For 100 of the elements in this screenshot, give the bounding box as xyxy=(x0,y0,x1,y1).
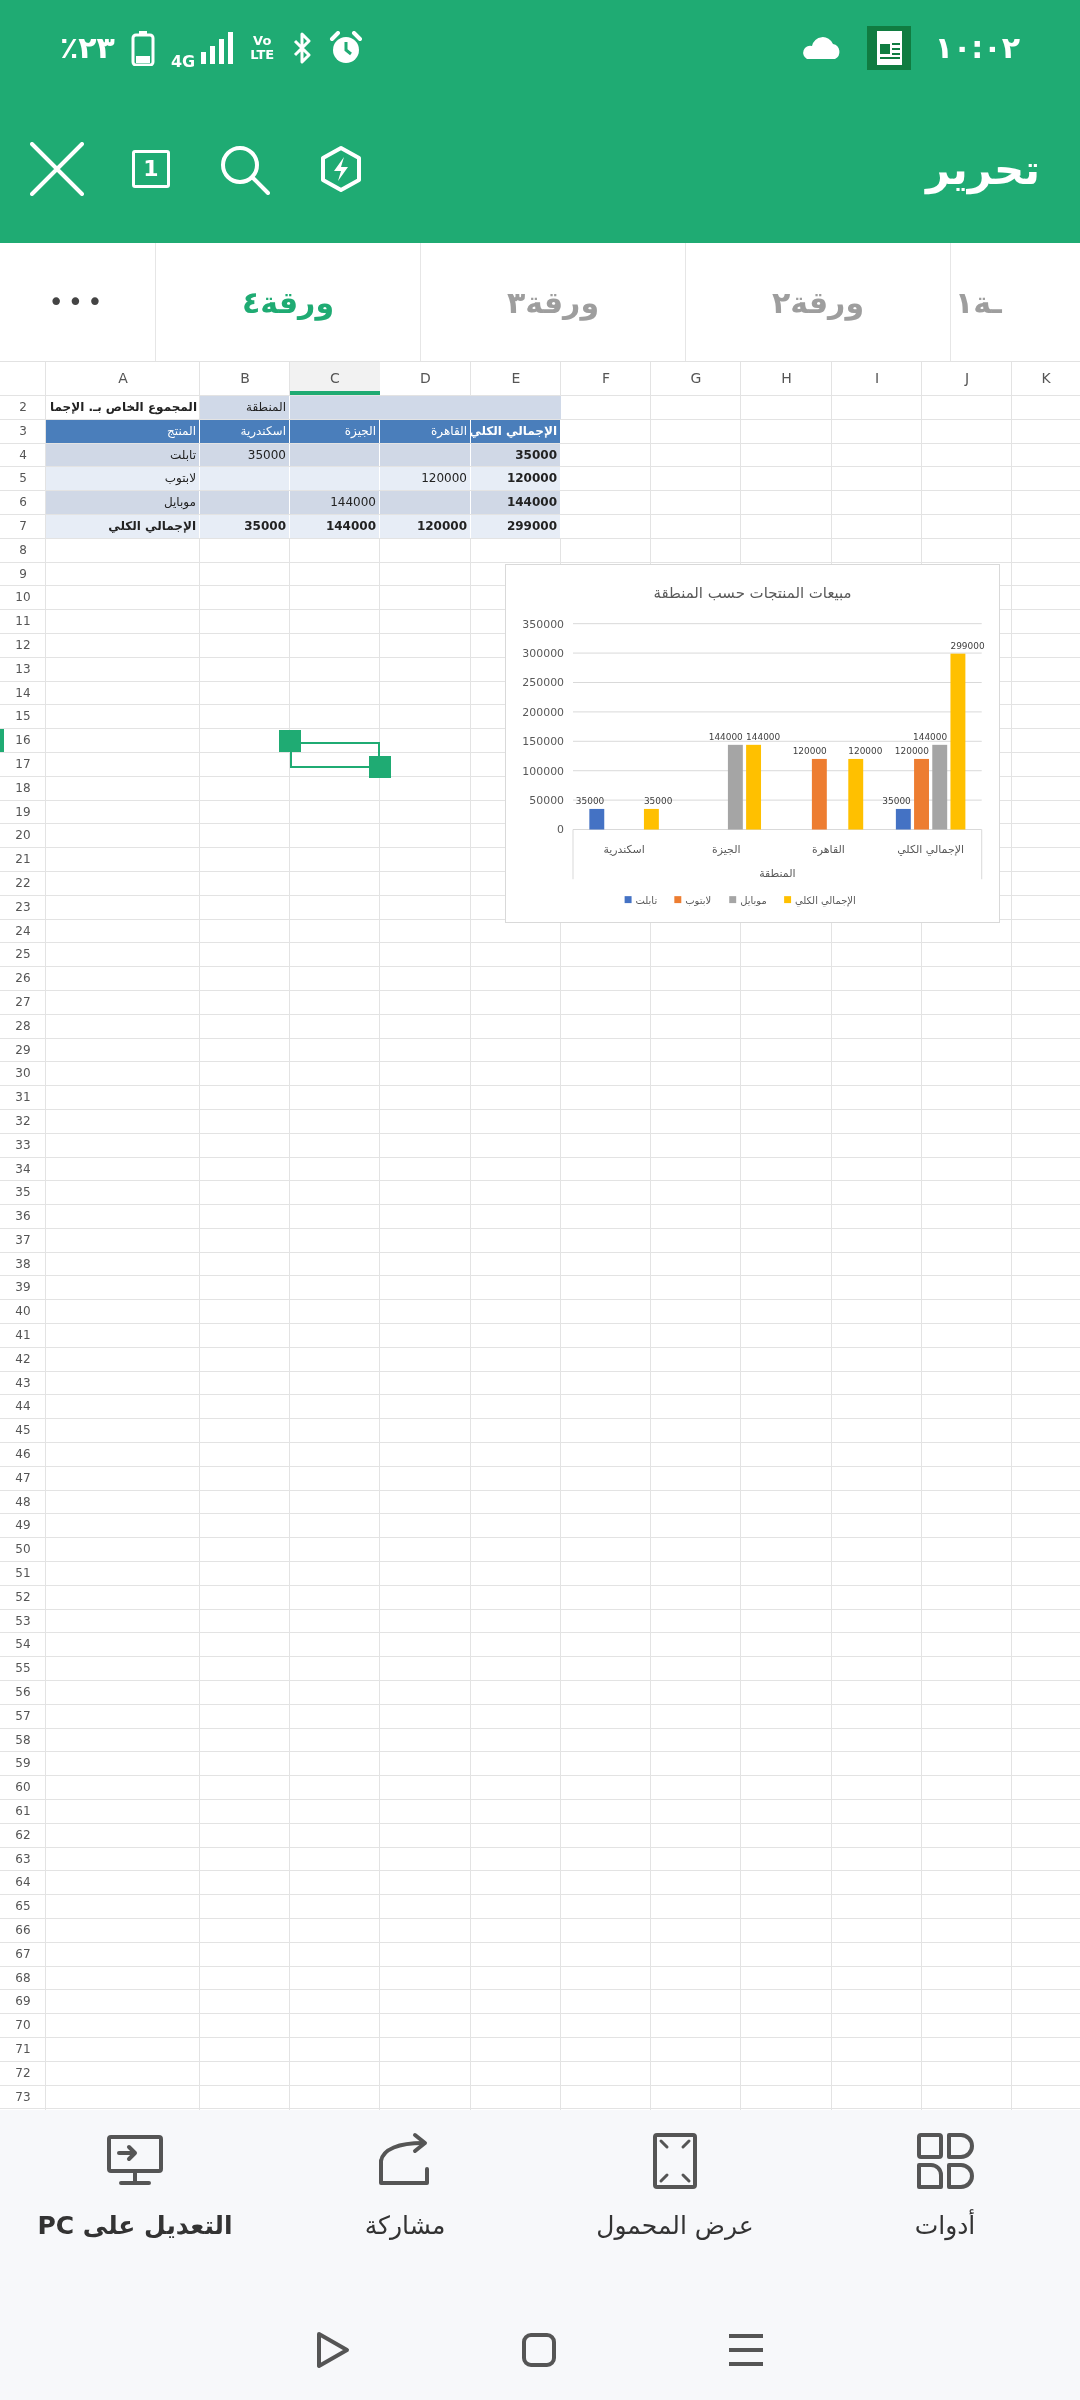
row-number[interactable]: 44 xyxy=(0,1395,46,1419)
axis-label: 100000 xyxy=(522,764,565,778)
column-header[interactable]: J xyxy=(922,362,1012,395)
row-number[interactable]: 46 xyxy=(0,1443,46,1466)
row-number[interactable]: 31 xyxy=(0,1086,46,1109)
column-header[interactable]: B xyxy=(200,362,290,395)
column-header[interactable]: K xyxy=(1012,362,1080,395)
menu-button[interactable] xyxy=(727,2332,765,2368)
row-number[interactable]: 22 xyxy=(0,871,46,895)
row-number[interactable]: 65 xyxy=(0,1895,46,1918)
table-cell: 120000 xyxy=(380,515,471,538)
row-number[interactable]: 33 xyxy=(0,1133,46,1157)
column-header[interactable]: I xyxy=(832,362,922,395)
row-number[interactable]: 26 xyxy=(0,967,46,990)
row-number[interactable]: 72 xyxy=(0,2061,46,2085)
table-cell: لابتوب xyxy=(46,467,200,491)
row-number[interactable]: 20 xyxy=(0,824,46,848)
row-number[interactable]: 54 xyxy=(0,1633,46,1657)
row-number[interactable]: 60 xyxy=(0,1776,46,1799)
row-number[interactable]: 15 xyxy=(0,705,46,729)
column-header[interactable]: E xyxy=(471,362,561,395)
column-header[interactable]: F xyxy=(561,362,651,395)
close-button[interactable] xyxy=(30,142,84,196)
column-header[interactable]: H xyxy=(741,362,832,395)
row-number[interactable]: 53 xyxy=(0,1609,46,1633)
row-number[interactable]: 18 xyxy=(0,776,46,800)
selection-handle[interactable] xyxy=(369,756,391,779)
row-number[interactable]: 63 xyxy=(0,1847,46,1871)
row-number[interactable]: 7 xyxy=(0,515,46,538)
row-number[interactable]: 43 xyxy=(0,1371,46,1395)
search-button[interactable] xyxy=(218,143,270,195)
row-number[interactable]: 37 xyxy=(0,1228,46,1252)
row-number[interactable]: 59 xyxy=(0,1752,46,1776)
row-number[interactable]: 12 xyxy=(0,633,46,657)
row-number[interactable]: 69 xyxy=(0,1990,46,2014)
row-number[interactable]: 42 xyxy=(0,1347,46,1371)
row-number[interactable]: 47 xyxy=(0,1466,46,1490)
home-button[interactable] xyxy=(521,2332,557,2368)
selection-handle[interactable] xyxy=(279,730,301,753)
row-number[interactable]: 29 xyxy=(0,1038,46,1062)
row-number[interactable]: 6 xyxy=(0,491,46,514)
row-number[interactable]: 5 xyxy=(0,467,46,491)
row-number[interactable]: 67 xyxy=(0,1942,46,1966)
row-number[interactable]: 13 xyxy=(0,657,46,681)
row-number[interactable]: 40 xyxy=(0,1300,46,1324)
row-number[interactable]: 61 xyxy=(0,1800,46,1823)
toolbar-button[interactable]: عرض المحمول xyxy=(540,2130,810,2246)
row-number[interactable]: 2 xyxy=(0,396,46,419)
row-number[interactable]: 64 xyxy=(0,1871,46,1895)
row-number[interactable]: 23 xyxy=(0,895,46,919)
row-number[interactable]: 10 xyxy=(0,586,46,610)
row-number[interactable]: 57 xyxy=(0,1704,46,1728)
row-number[interactable]: 49 xyxy=(0,1514,46,1538)
row-number[interactable]: 9 xyxy=(0,562,46,586)
row-number[interactable]: 39 xyxy=(0,1276,46,1300)
row-number[interactable]: 38 xyxy=(0,1252,46,1276)
row-number[interactable]: 30 xyxy=(0,1062,46,1086)
row-number[interactable]: 11 xyxy=(0,610,46,633)
row-number[interactable]: 71 xyxy=(0,2038,46,2061)
toolbar-button[interactable]: التعديل على PC xyxy=(0,2130,270,2246)
row-number[interactable]: 16 xyxy=(0,729,46,752)
row-number[interactable]: 68 xyxy=(0,1966,46,1990)
row-number[interactable]: 52 xyxy=(0,1585,46,1609)
row-number[interactable]: 8 xyxy=(0,538,46,562)
row-number[interactable]: 45 xyxy=(0,1419,46,1443)
row-number[interactable]: 70 xyxy=(0,2014,46,2037)
toolbar-button[interactable]: مشاركة xyxy=(270,2130,540,2246)
row-number[interactable]: 17 xyxy=(0,752,46,776)
data-label: 144000 xyxy=(746,731,781,742)
row-number[interactable]: 58 xyxy=(0,1728,46,1752)
row-number[interactable]: 4 xyxy=(0,443,46,467)
row-number[interactable]: 34 xyxy=(0,1157,46,1181)
row-number[interactable]: 51 xyxy=(0,1562,46,1585)
row-number[interactable]: 24 xyxy=(0,919,46,943)
row-number[interactable]: 32 xyxy=(0,1109,46,1133)
row-number[interactable]: 25 xyxy=(0,943,46,967)
table-cell-text: المجموع الخاص بـ. الإجما xyxy=(49,399,198,417)
row-number[interactable]: 3 xyxy=(0,419,46,443)
lightning-button[interactable] xyxy=(318,145,364,193)
back-button[interactable] xyxy=(315,2330,351,2370)
row-number[interactable]: 73 xyxy=(0,2085,46,2109)
row-number[interactable]: 36 xyxy=(0,1205,46,1228)
row-number[interactable]: 48 xyxy=(0,1490,46,1514)
row-number[interactable]: 19 xyxy=(0,800,46,824)
row-number[interactable]: 28 xyxy=(0,1014,46,1038)
row-number[interactable]: 41 xyxy=(0,1324,46,1347)
row-number[interactable]: 55 xyxy=(0,1657,46,1681)
row-number[interactable]: 14 xyxy=(0,681,46,705)
column-header[interactable]: G xyxy=(651,362,741,395)
row-number[interactable]: 21 xyxy=(0,848,46,871)
toolbar-button[interactable]: أدوات xyxy=(810,2130,1080,2246)
row-number[interactable]: 35 xyxy=(0,1181,46,1205)
row-number[interactable]: 56 xyxy=(0,1681,46,1704)
column-header[interactable]: D xyxy=(380,362,471,395)
row-number[interactable]: 66 xyxy=(0,1919,46,1942)
row-number[interactable]: 62 xyxy=(0,1823,46,1847)
column-header[interactable]: C xyxy=(290,362,380,395)
row-number[interactable]: 50 xyxy=(0,1538,46,1562)
row-number[interactable]: 27 xyxy=(0,990,46,1014)
column-header[interactable]: A xyxy=(46,362,200,395)
